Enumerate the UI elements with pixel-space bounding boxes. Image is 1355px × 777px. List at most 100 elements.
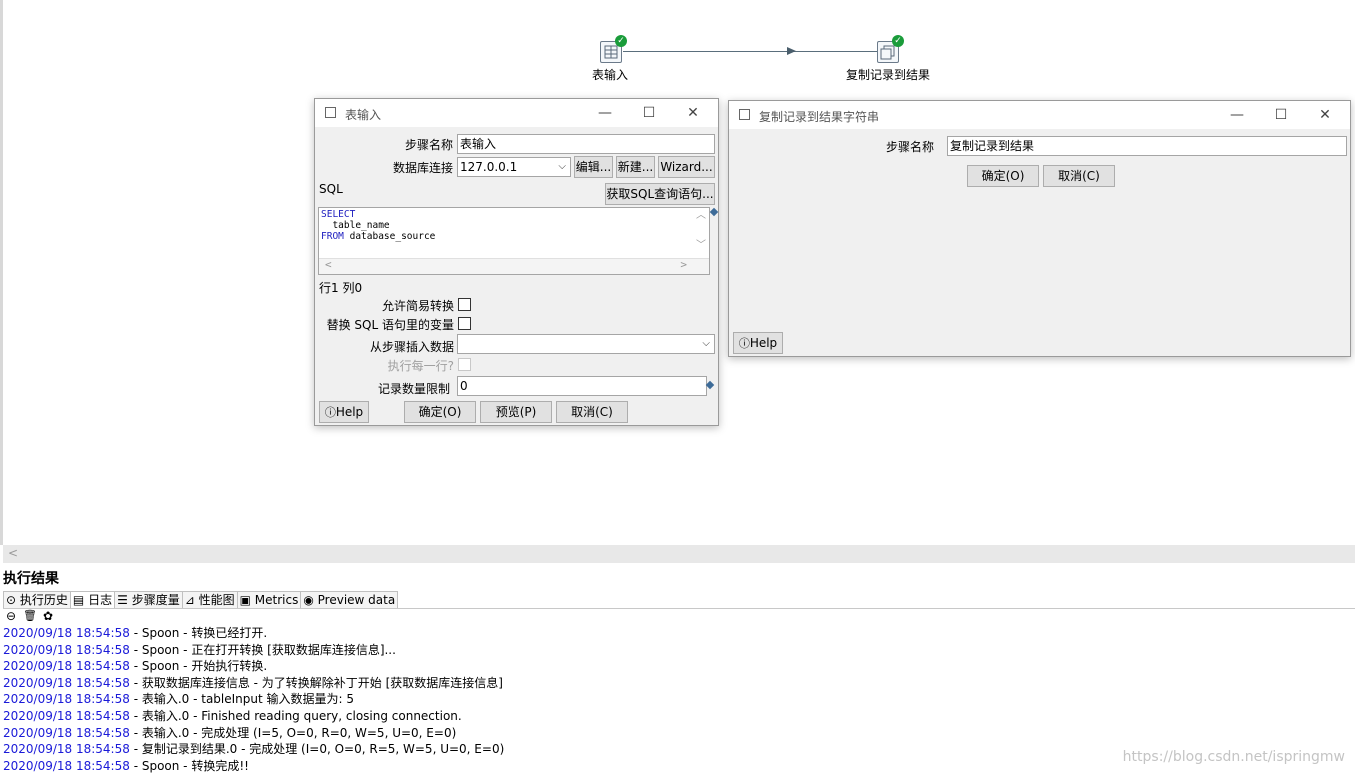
dialog-title: 复制记录到结果字符串 bbox=[759, 110, 880, 124]
log-line: 2020/09/18 18:54:58 - Spoon - 开始执行转换. bbox=[3, 658, 1355, 675]
get-sql-button[interactable]: 获取SQL查询语句... bbox=[605, 183, 715, 205]
minimize-icon[interactable]: — bbox=[592, 103, 618, 123]
sql-editor[interactable]: SELECT table_name FROM database_source ︿… bbox=[318, 207, 710, 275]
log-message: - 获取数据库连接信息 - 为了转换解除补丁开始 [获取数据库连接信息] bbox=[129, 675, 503, 690]
edit-connection-button[interactable]: 编辑... bbox=[574, 156, 613, 178]
cancel-button[interactable]: 取消(C) bbox=[556, 401, 628, 423]
sql-text: table_name bbox=[321, 220, 390, 231]
tab-label: 步骤度量 bbox=[131, 593, 180, 607]
replace-vars-checkbox[interactable] bbox=[458, 317, 471, 330]
eye-icon: ◉ bbox=[303, 593, 314, 607]
step-name-label: 步骤名称 bbox=[404, 138, 453, 152]
db-connection-value: 127.0.0.1 bbox=[460, 160, 518, 174]
tab-preview-data[interactable]: ◉ Preview data bbox=[300, 591, 399, 608]
log-toolbar: ⊖ 🗑 ✿ bbox=[3, 608, 1355, 625]
scroll-up-icon[interactable]: ︿ bbox=[696, 210, 706, 221]
step-name-input[interactable]: 复制记录到结果 bbox=[947, 136, 1347, 156]
minimize-icon[interactable]: — bbox=[1224, 105, 1250, 125]
trash-icon[interactable]: 🗑 bbox=[23, 609, 37, 622]
ok-button[interactable]: 确定(O) bbox=[967, 165, 1039, 187]
log-timestamp: 2020/09/18 18:54:58 bbox=[3, 692, 130, 707]
log-message: - 表输入.0 - Finished reading query, closin… bbox=[129, 708, 462, 723]
wizard-button[interactable]: Wizard... bbox=[658, 156, 715, 178]
help-button[interactable]: ⓘHelp bbox=[319, 401, 369, 423]
close-icon[interactable]: ✕ bbox=[1312, 105, 1338, 125]
scroll-left-icon[interactable]: < bbox=[8, 546, 18, 560]
log-message: - 表输入.0 - 完成处理 (I=5, O=0, R=0, W=5, U=0,… bbox=[129, 725, 457, 740]
log-line: 2020/09/18 18:54:58 - Spoon - 转换已经打开. bbox=[3, 625, 1355, 642]
table-input-dialog: 表输入 — ☐ ✕ 步骤名称 表输入 数据库连接 127.0.0.1 ⌵ 编辑.… bbox=[314, 98, 719, 426]
clear-log-icon[interactable]: ⊖ bbox=[6, 609, 16, 623]
tab-label: 性能图 bbox=[198, 593, 235, 607]
scroll-right-icon[interactable]: > bbox=[680, 259, 687, 270]
step-metrics-icon: ☰ bbox=[117, 593, 128, 607]
execute-each-row-checkbox[interactable] bbox=[458, 358, 471, 371]
log-message: - Spoon - 正在打开转换 [获取数据库连接信息]... bbox=[129, 642, 396, 657]
hop-line[interactable] bbox=[623, 51, 878, 52]
preview-button[interactable]: 预览(P) bbox=[480, 401, 552, 423]
horizontal-scrollbar[interactable]: < > bbox=[319, 258, 709, 274]
tab-performance-graph[interactable]: ⊿ 性能图 bbox=[181, 591, 238, 608]
table-input-icon bbox=[325, 107, 336, 118]
scroll-left-icon[interactable]: < bbox=[325, 259, 332, 270]
help-label: Help bbox=[335, 405, 364, 419]
tab-label: 日志 bbox=[88, 593, 113, 607]
allow-lazy-checkbox[interactable] bbox=[458, 298, 471, 311]
log-line: 2020/09/18 18:54:58 - 表输入.0 - 完成处理 (I=5,… bbox=[3, 725, 1355, 742]
log-message: - Spoon - 转换完成!! bbox=[129, 758, 249, 773]
db-connection-select[interactable]: 127.0.0.1 ⌵ bbox=[457, 157, 571, 177]
watermark: https://blog.csdn.net/ispringmw bbox=[1122, 749, 1345, 765]
log-timestamp: 2020/09/18 18:54:58 bbox=[3, 708, 130, 723]
sql-label: SQL bbox=[319, 182, 343, 196]
copy-rows-dialog: 复制记录到结果字符串 — ☐ ✕ 步骤名称 复制记录到结果 确定(O) 取消(C… bbox=[728, 100, 1351, 357]
insert-from-step-label: 从步骤插入数据 bbox=[369, 340, 454, 354]
log-line: 2020/09/18 18:54:58 - 获取数据库连接信息 - 为了转换解除… bbox=[3, 675, 1355, 692]
log-line: 2020/09/18 18:54:58 - 表输入.0 - Finished r… bbox=[3, 708, 1355, 725]
settings-icon[interactable]: ✿ bbox=[43, 609, 53, 623]
help-icon: ⓘ bbox=[738, 337, 750, 350]
dialog-titlebar[interactable]: 表输入 — ☐ ✕ bbox=[315, 99, 718, 127]
insert-from-step-select[interactable]: ⌵ bbox=[457, 334, 715, 354]
sql-text: database_source bbox=[343, 231, 436, 242]
replace-vars-label: 替换 SQL 语句里的变量 bbox=[326, 318, 454, 332]
step-name-input[interactable]: 表输入 bbox=[457, 134, 715, 154]
maximize-icon[interactable]: ☐ bbox=[636, 103, 662, 123]
log-message: - 复制记录到结果.0 - 完成处理 (I=0, O=0, R=5, W=5, … bbox=[129, 742, 505, 757]
log-timestamp: 2020/09/18 18:54:58 bbox=[3, 642, 130, 657]
limit-input[interactable]: 0 bbox=[457, 376, 707, 396]
step-name-label: 步骤名称 bbox=[885, 140, 934, 154]
tab-label: Metrics bbox=[254, 593, 299, 607]
ok-button[interactable]: 确定(O) bbox=[404, 401, 476, 423]
log-line: 2020/09/18 18:54:58 - 表输入.0 - tableInput… bbox=[3, 691, 1355, 708]
tab-step-metrics[interactable]: ☰ 步骤度量 bbox=[114, 591, 183, 608]
metrics-icon: ▣ bbox=[239, 593, 251, 607]
tab-execution-history[interactable]: ⊙ 执行历史 bbox=[3, 591, 71, 608]
chevron-down-icon: ⌵ bbox=[702, 338, 710, 349]
sql-keyword: FROM bbox=[321, 231, 344, 242]
dialog-titlebar[interactable]: 复制记录到结果字符串 — ☐ ✕ bbox=[729, 101, 1350, 129]
cursor-position: 行1 列0 bbox=[319, 281, 363, 295]
canvas-horizontal-scrollbar[interactable]: < bbox=[3, 545, 1355, 563]
new-connection-button[interactable]: 新建... bbox=[616, 156, 655, 178]
help-button[interactable]: ⓘHelp bbox=[733, 332, 783, 354]
tab-metrics[interactable]: ▣ Metrics bbox=[236, 591, 302, 608]
help-label: Help bbox=[749, 336, 778, 350]
limit-label: 记录数量限制 bbox=[377, 382, 450, 396]
results-title: 执行结果 bbox=[3, 571, 59, 587]
tab-log[interactable]: ▤ 日志 bbox=[69, 591, 116, 608]
allow-lazy-label: 允许简易转换 bbox=[381, 299, 454, 313]
log-timestamp: 2020/09/18 18:54:58 bbox=[3, 626, 130, 640]
maximize-icon[interactable]: ☐ bbox=[1268, 105, 1294, 125]
log-timestamp: 2020/09/18 18:54:58 bbox=[3, 758, 130, 773]
dialog-title: 表输入 bbox=[345, 108, 382, 122]
history-icon: ⊙ bbox=[6, 593, 17, 607]
db-connection-label: 数据库连接 bbox=[392, 161, 453, 175]
step-ok-check-icon: ✓ bbox=[892, 35, 904, 47]
results-tab-bar: ⊙ 执行历史 ▤ 日志 ☰ 步骤度量 ⊿ 性能图 ▣ Metrics ◉ Preview … bbox=[3, 591, 399, 608]
chevron-down-icon: ⌵ bbox=[558, 161, 566, 172]
scroll-down-icon[interactable]: ﹀ bbox=[696, 240, 706, 251]
close-icon[interactable]: ✕ bbox=[680, 103, 706, 123]
log-message: - Spoon - 转换已经打开. bbox=[129, 626, 268, 640]
hop-arrow-icon bbox=[787, 47, 796, 55]
cancel-button[interactable]: 取消(C) bbox=[1043, 165, 1115, 187]
